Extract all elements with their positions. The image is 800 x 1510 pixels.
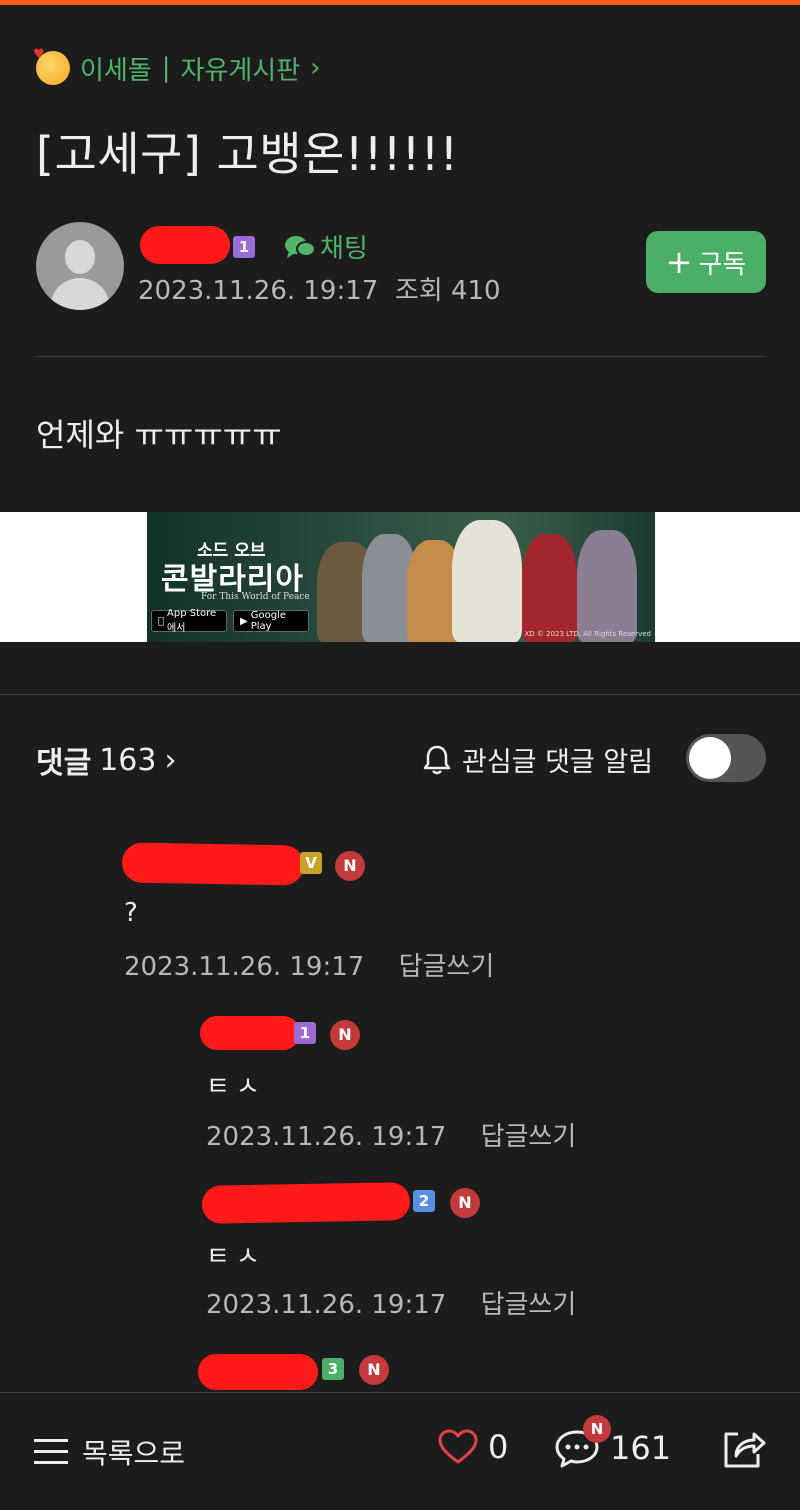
comment-button[interactable]: 161 [554,1428,671,1468]
reply-button[interactable]: 답글쓰기 [399,952,495,982]
ad-character-art [577,530,637,642]
new-badge: N [450,1188,480,1218]
comments-count: 163 [99,742,157,778]
redacted-commenter-name [200,1016,300,1050]
board-name[interactable]: 이세돌 [80,50,152,87]
app-store-button[interactable]:  App Store에서 [151,608,227,636]
post-title: [고세구] 고뱅온!!!!!! [36,127,459,181]
toggle-knob [689,737,731,779]
comment-text: ㅌㅅ [206,1072,266,1102]
emoji-smiling-hearts-icon [33,47,70,85]
chevron-right-icon: › [164,742,177,778]
google-play-label: Google Play [250,610,286,632]
avatar[interactable] [36,222,124,310]
redacted-commenter-name [121,842,305,886]
bell-icon [423,745,451,774]
comment-meta: 2023.11.26. 19:17 답글쓰기 [124,946,494,983]
divider [36,356,766,357]
comment-date: 2023.11.26. 19:17 [124,952,365,982]
new-badge: N [359,1355,389,1385]
google-play-button[interactable]: ▶ Google Play [233,610,309,632]
new-badge: N [330,1020,360,1050]
reply-button[interactable]: 답글쓰기 [481,1290,577,1320]
redacted-commenter-name [198,1354,318,1390]
back-to-list-label: 목록으로 [82,1437,186,1470]
comments-label: 댓글 [36,746,92,781]
comment-text: ㅌㅅ [206,1242,266,1272]
comment-date: 2023.11.26. 19:17 [206,1290,447,1320]
comment-meta: 2023.11.26. 19:17 답글쓰기 [206,1284,576,1321]
comment-notify-setting: 관심글 댓글 알림 [420,740,653,779]
notify-toggle[interactable] [686,734,766,782]
new-comment-badge: N [583,1415,611,1443]
ad-character-art [522,534,577,642]
like-button[interactable]: 0 [438,1428,508,1466]
reply-button[interactable]: 답글쓰기 [481,1122,577,1152]
redacted-commenter-name [201,1182,411,1224]
comment-date: 2023.11.26. 19:17 [206,1122,447,1152]
subscribe-button[interactable]: + 구독 [646,231,766,293]
commenter-level-badge: V [300,852,322,874]
ad-banner[interactable]: 소드 오브 콘발라리아 For This World of Peace  Ap… [147,512,655,642]
share-button[interactable] [720,1426,766,1474]
menu-icon [34,1439,68,1464]
commenter-level-badge: 1 [294,1022,316,1044]
chat-bubble-icon [285,235,316,258]
comment-count: 161 [610,1429,672,1467]
comments-link[interactable]: 댓글 163 › [36,738,176,782]
play-icon: ▶ [240,615,248,627]
comment-meta: 2023.11.26. 19:17 답글쓰기 [206,1116,576,1153]
board-section[interactable]: 자유게시판 [181,50,301,87]
post-meta: 2023.11.26. 19:17 조회 410 [138,270,501,307]
share-icon [724,1432,766,1468]
heart-icon [438,1429,478,1464]
plus-icon: + [665,243,693,281]
comment-text: ? [124,898,138,928]
divider [0,694,800,695]
avatar-body-shape [50,278,110,310]
app-store-label: App Store에서 [161,608,220,636]
ad-tagline: For This World of Peace [201,592,310,602]
back-to-list-button[interactable]: 목록으로 [34,1432,185,1472]
like-count: 0 [488,1428,509,1466]
subscribe-label: 구독 [698,249,747,280]
redacted-author-name [140,226,230,264]
commenter-level-badge: 2 [413,1190,435,1212]
chat-button[interactable]: 채팅 [284,228,368,265]
avatar-head-shape [65,240,95,274]
new-badge: N [335,851,365,881]
breadcrumb-separator: | [161,53,171,83]
apple-icon:  [158,616,164,627]
author-level-badge: 1 [233,236,255,258]
post-date: 2023.11.26. 19:17 [138,276,379,306]
ad-legal: XD © 2023 LTD. All Rights Reserved [524,630,651,638]
commenter-level-badge: 3 [322,1358,344,1380]
post-body: 언제와 ㅠㅠㅠㅠㅠ [36,416,282,454]
top-accent-bar [0,0,800,5]
views-label: 조회 [394,276,443,306]
notify-label: 관심글 댓글 알림 [462,747,654,778]
chat-label[interactable]: 채팅 [320,228,368,265]
ad-character-art [452,520,522,642]
chevron-right-icon[interactable]: › [310,53,320,83]
views-count: 410 [450,276,501,306]
breadcrumb[interactable]: 이세돌 | 자유게시판 › [33,47,321,87]
